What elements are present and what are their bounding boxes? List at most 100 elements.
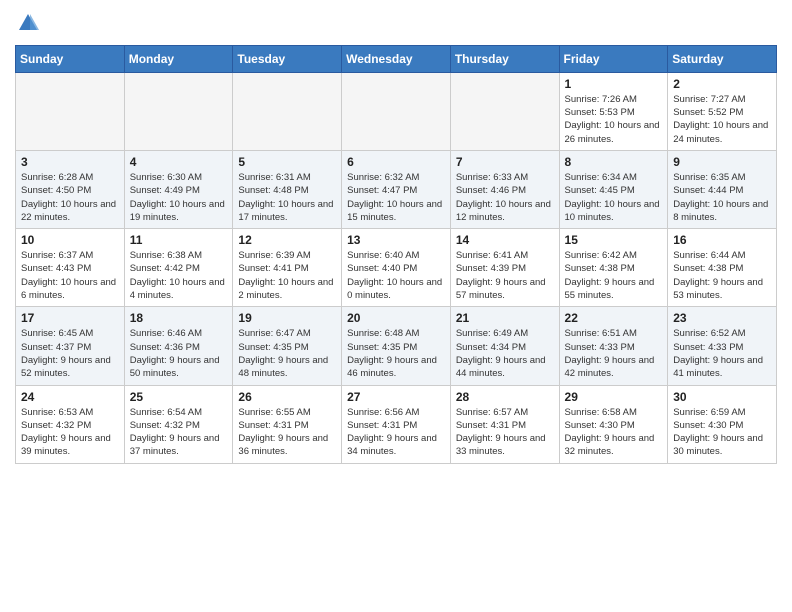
day-info: Sunrise: 6:32 AM Sunset: 4:47 PM Dayligh… (347, 171, 445, 224)
day-number: 6 (347, 155, 445, 169)
day-number: 5 (238, 155, 336, 169)
calendar-week-row: 1 Sunrise: 7:26 AM Sunset: 5:53 PM Daylig… (16, 72, 777, 150)
calendar-cell: 27 Sunrise: 6:56 AM Sunset: 4:31 PM Dayli… (342, 385, 451, 463)
calendar-cell: 16 Sunrise: 6:44 AM Sunset: 4:38 PM Dayli… (668, 229, 777, 307)
calendar-cell: 10Sunrise: 6:37 AM Sunset: 4:43 PM Dayli… (16, 229, 125, 307)
day-number: 12 (238, 233, 336, 247)
day-info: Sunrise: 6:48 AM Sunset: 4:35 PM Dayligh… (347, 327, 445, 380)
day-number: 27 (347, 390, 445, 404)
day-info: Sunrise: 6:28 AM Sunset: 4:50 PM Dayligh… (21, 171, 119, 224)
day-number: 23 (673, 311, 771, 325)
day-number: 30 (673, 390, 771, 404)
day-number: 2 (673, 77, 771, 91)
calendar-week-row: 3 Sunrise: 6:28 AM Sunset: 4:50 PM Daylig… (16, 150, 777, 228)
day-info: Sunrise: 6:34 AM Sunset: 4:45 PM Dayligh… (565, 171, 663, 224)
day-info: Sunrise: 6:40 AM Sunset: 4:40 PM Dayligh… (347, 249, 445, 302)
day-number: 16 (673, 233, 771, 247)
day-number: 19 (238, 311, 336, 325)
day-info: Sunrise: 6:46 AM Sunset: 4:36 PM Dayligh… (130, 327, 228, 380)
calendar-cell: 9 Sunrise: 6:35 AM Sunset: 4:44 PM Daylig… (668, 150, 777, 228)
day-info: Sunrise: 6:44 AM Sunset: 4:38 PM Dayligh… (673, 249, 771, 302)
calendar-cell (124, 72, 233, 150)
calendar-cell: 14 Sunrise: 6:41 AM Sunset: 4:39 PM Dayli… (450, 229, 559, 307)
calendar-cell: 30 Sunrise: 6:59 AM Sunset: 4:30 PM Dayli… (668, 385, 777, 463)
calendar-cell: 21 Sunrise: 6:49 AM Sunset: 4:34 PM Dayli… (450, 307, 559, 385)
day-number: 14 (456, 233, 554, 247)
day-number: 25 (130, 390, 228, 404)
day-info: Sunrise: 7:26 AM Sunset: 5:53 PM Dayligh… (565, 93, 663, 146)
page-header (15, 10, 777, 39)
day-number: 22 (565, 311, 663, 325)
day-info: Sunrise: 6:38 AM Sunset: 4:42 PM Dayligh… (130, 249, 228, 302)
day-number: 9 (673, 155, 771, 169)
day-info: Sunrise: 6:59 AM Sunset: 4:30 PM Dayligh… (673, 406, 771, 459)
day-info: Sunrise: 6:45 AM Sunset: 4:37 PM Dayligh… (21, 327, 119, 380)
day-info: Sunrise: 6:56 AM Sunset: 4:31 PM Dayligh… (347, 406, 445, 459)
day-info: Sunrise: 6:37 AM Sunset: 4:43 PM Dayligh… (21, 249, 119, 302)
calendar-cell: 4 Sunrise: 6:30 AM Sunset: 4:49 PM Daylig… (124, 150, 233, 228)
day-info: Sunrise: 6:30 AM Sunset: 4:49 PM Dayligh… (130, 171, 228, 224)
calendar-cell: 2 Sunrise: 7:27 AM Sunset: 5:52 PM Daylig… (668, 72, 777, 150)
day-info: Sunrise: 6:42 AM Sunset: 4:38 PM Dayligh… (565, 249, 663, 302)
day-info: Sunrise: 6:51 AM Sunset: 4:33 PM Dayligh… (565, 327, 663, 380)
calendar-cell: 15 Sunrise: 6:42 AM Sunset: 4:38 PM Dayli… (559, 229, 668, 307)
weekday-header-wednesday: Wednesday (342, 45, 451, 72)
calendar-week-row: 10Sunrise: 6:37 AM Sunset: 4:43 PM Dayli… (16, 229, 777, 307)
day-number: 26 (238, 390, 336, 404)
calendar-cell (342, 72, 451, 150)
calendar-cell: 13 Sunrise: 6:40 AM Sunset: 4:40 PM Dayli… (342, 229, 451, 307)
day-number: 29 (565, 390, 663, 404)
day-number: 17 (21, 311, 119, 325)
calendar-cell (233, 72, 342, 150)
logo-icon (17, 12, 39, 34)
day-info: Sunrise: 6:58 AM Sunset: 4:30 PM Dayligh… (565, 406, 663, 459)
day-info: Sunrise: 6:52 AM Sunset: 4:33 PM Dayligh… (673, 327, 771, 380)
weekday-header-tuesday: Tuesday (233, 45, 342, 72)
day-number: 24 (21, 390, 119, 404)
calendar-cell: 12 Sunrise: 6:39 AM Sunset: 4:41 PM Dayli… (233, 229, 342, 307)
day-info: Sunrise: 6:55 AM Sunset: 4:31 PM Dayligh… (238, 406, 336, 459)
day-info: Sunrise: 6:33 AM Sunset: 4:46 PM Dayligh… (456, 171, 554, 224)
day-number: 13 (347, 233, 445, 247)
day-number: 20 (347, 311, 445, 325)
weekday-header-saturday: Saturday (668, 45, 777, 72)
day-info: Sunrise: 6:47 AM Sunset: 4:35 PM Dayligh… (238, 327, 336, 380)
calendar-header-row: SundayMondayTuesdayWednesdayThursdayFrid… (16, 45, 777, 72)
calendar-cell: 20 Sunrise: 6:48 AM Sunset: 4:35 PM Dayli… (342, 307, 451, 385)
day-number: 28 (456, 390, 554, 404)
calendar-cell (16, 72, 125, 150)
calendar-cell: 6 Sunrise: 6:32 AM Sunset: 4:47 PM Daylig… (342, 150, 451, 228)
day-number: 21 (456, 311, 554, 325)
calendar-cell: 17 Sunrise: 6:45 AM Sunset: 4:37 PM Dayli… (16, 307, 125, 385)
calendar-cell: 18 Sunrise: 6:46 AM Sunset: 4:36 PM Dayli… (124, 307, 233, 385)
day-number: 1 (565, 77, 663, 91)
day-info: Sunrise: 6:54 AM Sunset: 4:32 PM Dayligh… (130, 406, 228, 459)
day-info: Sunrise: 6:35 AM Sunset: 4:44 PM Dayligh… (673, 171, 771, 224)
day-info: Sunrise: 6:39 AM Sunset: 4:41 PM Dayligh… (238, 249, 336, 302)
day-info: Sunrise: 6:53 AM Sunset: 4:32 PM Dayligh… (21, 406, 119, 459)
day-info: Sunrise: 7:27 AM Sunset: 5:52 PM Dayligh… (673, 93, 771, 146)
logo (15, 16, 39, 39)
day-number: 7 (456, 155, 554, 169)
day-info: Sunrise: 6:49 AM Sunset: 4:34 PM Dayligh… (456, 327, 554, 380)
calendar-week-row: 24 Sunrise: 6:53 AM Sunset: 4:32 PM Dayli… (16, 385, 777, 463)
calendar-cell: 8 Sunrise: 6:34 AM Sunset: 4:45 PM Daylig… (559, 150, 668, 228)
weekday-header-monday: Monday (124, 45, 233, 72)
day-number: 8 (565, 155, 663, 169)
calendar-cell: 25 Sunrise: 6:54 AM Sunset: 4:32 PM Dayli… (124, 385, 233, 463)
day-number: 18 (130, 311, 228, 325)
calendar-cell: 7 Sunrise: 6:33 AM Sunset: 4:46 PM Daylig… (450, 150, 559, 228)
calendar-cell: 22 Sunrise: 6:51 AM Sunset: 4:33 PM Dayli… (559, 307, 668, 385)
weekday-header-friday: Friday (559, 45, 668, 72)
day-number: 3 (21, 155, 119, 169)
calendar-week-row: 17 Sunrise: 6:45 AM Sunset: 4:37 PM Dayli… (16, 307, 777, 385)
day-info: Sunrise: 6:31 AM Sunset: 4:48 PM Dayligh… (238, 171, 336, 224)
calendar-cell: 11Sunrise: 6:38 AM Sunset: 4:42 PM Dayli… (124, 229, 233, 307)
day-number: 15 (565, 233, 663, 247)
calendar-cell: 23 Sunrise: 6:52 AM Sunset: 4:33 PM Dayli… (668, 307, 777, 385)
day-info: Sunrise: 6:41 AM Sunset: 4:39 PM Dayligh… (456, 249, 554, 302)
day-number: 4 (130, 155, 228, 169)
day-info: Sunrise: 6:57 AM Sunset: 4:31 PM Dayligh… (456, 406, 554, 459)
calendar-cell: 24 Sunrise: 6:53 AM Sunset: 4:32 PM Dayli… (16, 385, 125, 463)
calendar-cell: 26 Sunrise: 6:55 AM Sunset: 4:31 PM Dayli… (233, 385, 342, 463)
